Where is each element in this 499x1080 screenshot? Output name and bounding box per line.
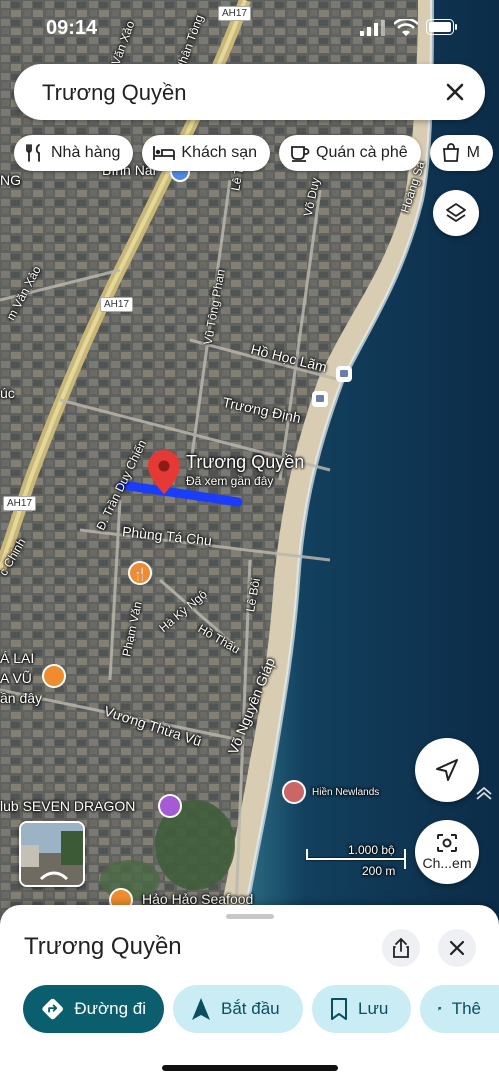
- action-label: Đường đi: [74, 999, 146, 1018]
- place-label: ần đây: [0, 690, 43, 706]
- directions-button[interactable]: Đường đi: [23, 985, 164, 1033]
- action-label: Bắt đầu: [221, 999, 280, 1018]
- category-chips: Nhà hàng Khách sạn Quán cà phê M: [14, 135, 493, 171]
- chip-label: Khách sạn: [181, 144, 257, 161]
- chevron-up-icon[interactable]: [474, 784, 494, 800]
- user-name: Hiền Newlands: [312, 786, 380, 798]
- close-sheet-button[interactable]: [438, 929, 476, 967]
- scale-bottom-label: 200 m: [362, 864, 396, 878]
- navigation-arrow-icon: [436, 759, 458, 781]
- add-label-button[interactable]: Thê: [420, 985, 499, 1033]
- search-bar[interactable]: Trương Quyền: [14, 64, 485, 120]
- red-pin-icon: [148, 450, 180, 494]
- drag-handle[interactable]: [226, 914, 274, 919]
- place-bottom-sheet[interactable]: Trương Quyền Đường đi Bắt đầu Lưu Thê: [0, 905, 499, 1080]
- home-indicator: [162, 1065, 338, 1071]
- start-button[interactable]: Bắt đầu: [173, 985, 303, 1033]
- chip-cafes[interactable]: Quán cà phê: [279, 135, 421, 171]
- place-label[interactable]: lub SEVEN DRAGON: [0, 798, 135, 814]
- flag-icon: [438, 1007, 442, 1011]
- club-pin: [158, 794, 182, 818]
- layers-button[interactable]: [433, 190, 479, 236]
- lens-label: Ch...em: [422, 855, 472, 871]
- wifi-icon: [394, 19, 418, 36]
- chip-label: Nhà hàng: [51, 144, 121, 161]
- chip-hotels[interactable]: Khách sạn: [142, 135, 270, 171]
- restaurant-pin-1: 🍴: [128, 561, 152, 585]
- search-query[interactable]: Trương Quyền: [42, 80, 187, 106]
- battery-icon: [426, 19, 457, 35]
- highway-badge: AH17: [3, 496, 37, 511]
- pin-subtitle: Đã xem gần đây: [186, 474, 274, 488]
- user-chip[interactable]: Hiền Newlands: [282, 778, 402, 806]
- action-label: Lưu: [358, 999, 389, 1018]
- bus-stop-2: [312, 391, 328, 407]
- directions-icon: [42, 998, 63, 1020]
- lens-button[interactable]: Ch...em: [415, 820, 479, 884]
- close-icon[interactable]: [441, 78, 469, 106]
- bed-icon: [153, 146, 176, 160]
- chip-label: M: [466, 144, 480, 161]
- coffee-cup-icon: [291, 146, 310, 162]
- scale-bar: 1.000 bộ 200 m: [304, 843, 414, 883]
- place-label: A VŨ: [0, 670, 32, 686]
- bookmark-icon: [331, 998, 347, 1020]
- place-label: úc: [0, 385, 15, 401]
- status-time: 09:14: [46, 17, 98, 39]
- share-button[interactable]: [382, 929, 420, 967]
- chip-restaurants[interactable]: Nhà hàng: [14, 135, 134, 171]
- signal-icon: [360, 20, 385, 36]
- place-label: Á LAI: [0, 650, 35, 666]
- highway-badge: AH17: [100, 297, 134, 312]
- scale-top-label: 1.000 bộ: [348, 843, 395, 857]
- avatar: [282, 780, 306, 804]
- pin-title: Trương Quyền: [186, 452, 305, 472]
- place-label: NG: [0, 172, 21, 188]
- svg-text:🍴: 🍴: [133, 567, 148, 581]
- location-pin[interactable]: [148, 450, 180, 499]
- my-location-button[interactable]: [415, 738, 479, 802]
- save-button[interactable]: Lưu: [312, 985, 411, 1033]
- shopping-bag-icon: [442, 143, 459, 162]
- street-view-image: [21, 823, 83, 885]
- status-bar: 09:14: [0, 0, 499, 56]
- close-icon: [449, 940, 465, 956]
- place-title: Trương Quyền: [24, 933, 182, 960]
- camera-search-icon: [437, 834, 457, 852]
- fork-knife-icon: [26, 144, 40, 162]
- chip-shopping[interactable]: M: [429, 135, 493, 171]
- chip-label: Quán cà phê: [316, 144, 408, 161]
- action-label: Thê: [451, 999, 481, 1018]
- navigation-arrow-icon: [192, 998, 210, 1020]
- layers-icon: [446, 203, 466, 222]
- street-view-thumbnail[interactable]: [19, 821, 85, 887]
- bus-stop-1: [336, 366, 352, 382]
- restaurant-pin-2: [42, 664, 66, 688]
- share-icon: [393, 937, 409, 958]
